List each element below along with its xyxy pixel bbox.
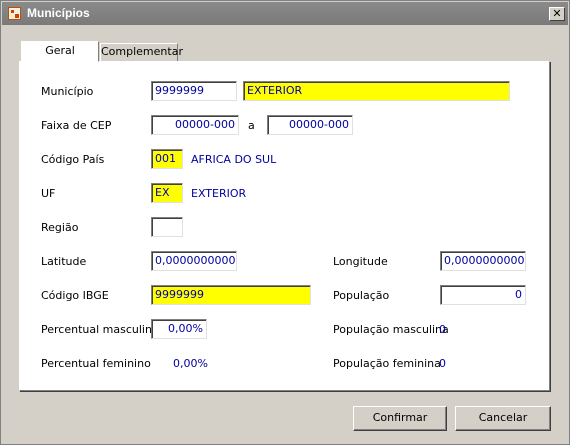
perc-fem-label: Percentual feminino (41, 357, 151, 370)
cep-to-input[interactable]: 00000-000 (267, 115, 353, 135)
regiao-label: Região (41, 221, 79, 234)
uf-name: EXTERIOR (191, 187, 247, 200)
latitude-input[interactable]: 0,000000000000 (151, 251, 237, 271)
geral-panel (19, 61, 550, 391)
municipio-name-input[interactable]: EXTERIOR (243, 81, 510, 101)
pais-label: Código País (41, 153, 105, 166)
regiao-input[interactable] (151, 217, 183, 237)
window-title: Municípios (27, 6, 90, 20)
uf-code-input[interactable]: EX (151, 183, 183, 203)
longitude-input[interactable]: 0,000000000000 (440, 251, 526, 271)
tab-complementar[interactable]: Complementar (100, 43, 183, 62)
pop-fem-value: 0 (439, 357, 446, 370)
perc-fem-value: 0,00% (173, 357, 208, 370)
perc-masc-label: Percentual masculino (41, 323, 159, 336)
municipios-window: Municípios ✕ Geral Complementar Municípi… (0, 0, 570, 445)
pop-fem-label: População feminina (333, 357, 441, 370)
populacao-label: População (333, 289, 390, 302)
municipio-label: Município (41, 85, 94, 98)
pais-code-input[interactable]: 001 (151, 149, 183, 169)
ibge-label: Código IBGE (41, 289, 109, 302)
populacao-input[interactable]: 0 (440, 285, 526, 305)
municipio-code-input[interactable]: 9999999 (151, 81, 237, 101)
ibge-input[interactable]: 9999999 (151, 285, 311, 305)
close-icon[interactable]: ✕ (549, 7, 565, 21)
cep-label: Faixa de CEP (41, 119, 112, 132)
longitude-label: Longitude (333, 255, 388, 268)
pop-masc-label: População masculina (333, 323, 449, 336)
cep-from-input[interactable]: 00000-000 (151, 115, 239, 135)
uf-label: UF (41, 187, 56, 200)
perc-masc-input[interactable]: 0,00% (151, 319, 207, 339)
tab-geral[interactable]: Geral (21, 41, 99, 62)
app-icon (8, 7, 21, 20)
pop-masc-value: 0 (439, 323, 446, 336)
title-bar[interactable]: Municípios ✕ (2, 2, 568, 25)
cep-separator: a (248, 119, 255, 132)
confirm-button[interactable]: Confirmar (353, 406, 447, 431)
cancel-button[interactable]: Cancelar (455, 406, 551, 431)
latitude-label: Latitude (41, 255, 87, 268)
pais-name: AFRICA DO SUL (191, 153, 277, 166)
